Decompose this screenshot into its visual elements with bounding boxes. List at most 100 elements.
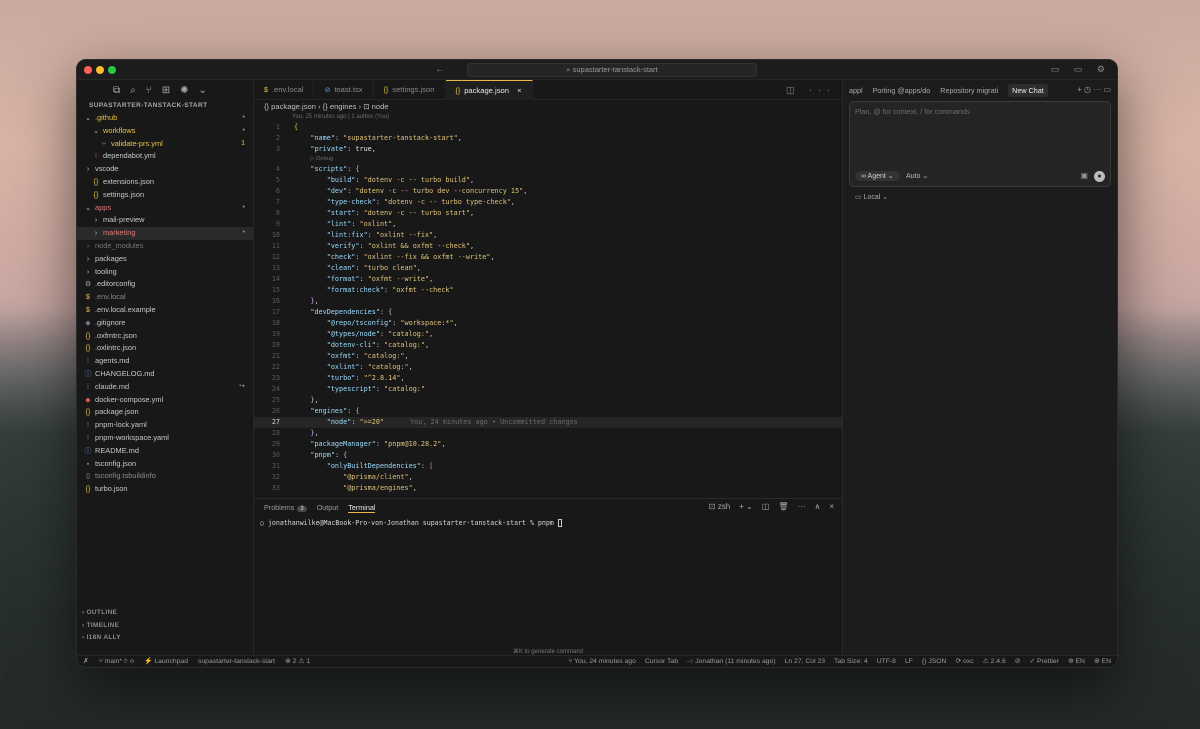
code-line[interactable]: 30 "pnpm": { [254, 450, 842, 461]
code-view[interactable]: 1{2 "name": "supastarter-tanstack-start"… [254, 122, 842, 494]
panel-action-icon[interactable]: ∧ [814, 502, 820, 511]
layout-toggle-icons[interactable]: ▭ ▭ ⚙ [1051, 64, 1111, 75]
tree-item[interactable]: {} .oxlintrc.json [77, 342, 253, 355]
code-line[interactable]: 17 "devDependencies": { [254, 307, 842, 318]
code-line[interactable]: 18 "@repo/tsconfig": "workspace:*", [254, 318, 842, 329]
panel-tab-problems[interactable]: Problems 3 [264, 503, 307, 512]
code-line[interactable]: 3 "private": true, [254, 144, 842, 155]
tree-item[interactable]: ⌄ workflows • [77, 125, 253, 138]
panel-action-icon[interactable]: ··· [797, 502, 805, 511]
panel-action-icon[interactable]: 🗑 [778, 502, 788, 511]
tree-item[interactable]: {} extensions.json [77, 176, 253, 189]
code-line[interactable]: 32 "@prisma/client", [254, 472, 842, 483]
blame-header[interactable]: You, 25 minutes ago | 1 author (You) [254, 113, 842, 122]
tree-item[interactable]: ⓘ CHANGELOG.md [77, 368, 253, 381]
editor-tab[interactable]: {} settings.json [374, 80, 446, 100]
code-line[interactable]: 27 "node": ">=20" You, 24 minutes ago • U… [254, 417, 842, 428]
maximize-window-button[interactable] [108, 66, 116, 74]
tree-item[interactable]: ⚙ .editorconfig [77, 278, 253, 291]
chat-tab[interactable]: New Chat [1008, 83, 1048, 97]
chat-tab[interactable]: appl [849, 86, 863, 95]
close-window-button[interactable] [84, 66, 92, 74]
status-item[interactable]: ✓ Prettier [1029, 656, 1059, 667]
tree-item[interactable]: ⁞ claude.md ↪ [77, 381, 253, 394]
code-line[interactable]: 8 "start": "dotenv -c -- turbo start", [254, 208, 842, 219]
panel-action-icon[interactable]: ⊡ zsh [709, 502, 730, 511]
status-item[interactable]: UTF-8 [877, 656, 896, 667]
code-line[interactable]: 31 "onlyBuiltDependencies": [ [254, 461, 842, 472]
editor-tab[interactable]: $ .env.local [254, 80, 315, 100]
code-line[interactable]: 11 "verify": "oxlint && oxfmt --check", [254, 241, 842, 252]
command-center-search[interactable]: ⌕ supastarter-tanstack-start [467, 63, 757, 77]
image-icon[interactable]: ▣ [1080, 171, 1088, 180]
local-selector[interactable]: ▭ Local ⌄ [855, 193, 888, 201]
mic-icon[interactable]: ● [1094, 171, 1105, 182]
code-line[interactable]: 20 "dotenv-cli": "catalog:", [254, 340, 842, 351]
status-item[interactable]: ⚡ Launchpad [144, 656, 188, 667]
status-item[interactable]: Tab Size: 4 [834, 656, 868, 667]
code-line[interactable]: 2 "name": "supastarter-tanstack-start", [254, 133, 842, 144]
tree-item[interactable]: ◆ docker-compose.yml [77, 394, 253, 407]
sidebar-section-header[interactable]: › TIMELINE [77, 620, 253, 633]
tree-item[interactable]: {} .oxfmtrc.json [77, 330, 253, 343]
tree-item[interactable]: › vscode [77, 163, 253, 176]
tree-item[interactable]: $ .env.local [77, 291, 253, 304]
chat-tab[interactable]: Repository migrati [940, 86, 998, 95]
code-line[interactable]: 25 }, [254, 395, 842, 406]
sidebar-toolbar-icon[interactable]: ⑂ [146, 85, 152, 96]
status-item[interactable]: LF [905, 656, 913, 667]
status-item[interactable]: supastarter-tanstack-start [198, 656, 275, 667]
code-line[interactable]: 29 "packageManager": "pnpm@10.28.2", [254, 439, 842, 450]
panel-tab-terminal[interactable]: Terminal [348, 503, 376, 513]
code-line[interactable]: 5 "build": "dotenv -c -- turbo build", [254, 175, 842, 186]
code-line[interactable]: 9 "lint": "oxlint", [254, 219, 842, 230]
code-line[interactable]: 10 "lint:fix": "oxlint --fix", [254, 230, 842, 241]
status-item[interactable]: ⟳ oxc [955, 656, 973, 667]
sidebar-toolbar-icon[interactable]: ⌕ [130, 85, 136, 96]
tree-item[interactable]: ◆ .gitignore [77, 317, 253, 330]
status-item[interactable]: Ln 27, Col 23 [785, 656, 825, 667]
sidebar-toolbar-icon[interactable]: ⊞ [162, 85, 170, 96]
tree-item[interactable]: ▯ tsconfig.tsbuildinfo [77, 470, 253, 483]
tree-item[interactable]: ⓘ README.md [77, 445, 253, 458]
status-item[interactable]: {} JSON [922, 656, 947, 667]
tree-item[interactable]: ⑂ validate-prs.yml 1 [77, 138, 253, 151]
status-item[interactable]: Cursor Tab [645, 656, 678, 667]
tree-item[interactable]: › packages [77, 253, 253, 266]
sidebar-toolbar-icon[interactable]: ⌄ [199, 85, 207, 96]
code-line[interactable]: 1{ [254, 122, 842, 133]
chat-input-box[interactable]: Plan, @ for context, / for commands ∞ Ag… [849, 101, 1111, 187]
status-item[interactable]: -○ Jonathan (11 minutes ago) [687, 656, 776, 667]
tree-item[interactable]: ⌄ apps • [77, 202, 253, 215]
code-line[interactable]: 15 "format:check": "oxfmt --check" [254, 285, 842, 296]
status-item[interactable]: ⊘ [1015, 656, 1021, 667]
panel-action-icon[interactable]: × [829, 502, 834, 511]
sidebar-section-header[interactable]: › OUTLINE [77, 607, 253, 620]
status-item[interactable]: ✗ [83, 656, 89, 667]
editor-tab[interactable]: {} package.json × [445, 80, 533, 100]
chat-tab[interactable]: Porting @apps/do [873, 86, 931, 95]
code-line[interactable]: 4 "scripts": { [254, 164, 842, 175]
code-line[interactable]: 22 "oxlint": "catalog:", [254, 362, 842, 373]
agent-mode-selector[interactable]: ∞ Agent ⌄ [855, 171, 900, 181]
tree-item[interactable]: › tooling [77, 266, 253, 279]
tree-item[interactable]: {} package.json [77, 406, 253, 419]
code-line[interactable]: 26 "engines": { [254, 406, 842, 417]
status-item[interactable]: ⑂ You, 24 minutes ago [568, 656, 636, 667]
editor-tab-actions[interactable]: ◫ ··· [786, 80, 836, 100]
chat-tab-actions[interactable]: + ◷ ··· ▭ [1077, 85, 1111, 94]
panel-action-icon[interactable]: ◫ [762, 502, 770, 511]
status-item[interactable]: ⊕ EN [1068, 656, 1085, 667]
debug-codelens[interactable]: ▷ Debug [254, 155, 842, 164]
breadcrumb[interactable]: {} package.json › {} engines › ⊡ node [254, 100, 842, 113]
terminal-line[interactable]: ○ jonathanwilke@MacBook-Pro-von-Jonathan… [254, 519, 842, 527]
panel-tab-output[interactable]: Output [317, 503, 339, 512]
code-line[interactable]: 13 "clean": "turbo clean", [254, 263, 842, 274]
status-item[interactable]: ⚠ 2.4.6 [983, 656, 1006, 667]
code-line[interactable]: 24 "typescript": "catalog:" [254, 384, 842, 395]
code-line[interactable]: 21 "oxfmt": "catalog:", [254, 351, 842, 362]
sidebar-toolbar-icon[interactable]: ✺ [180, 85, 188, 96]
tree-item[interactable]: ! pnpm-workspace.yaml [77, 432, 253, 445]
code-line[interactable]: 33 "@prisma/engines", [254, 483, 842, 494]
tree-item[interactable]: ▪ tsconfig.json [77, 458, 253, 471]
